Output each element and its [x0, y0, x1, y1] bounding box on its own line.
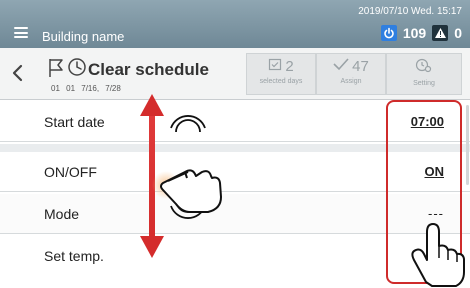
- page-title: Clear schedule: [88, 60, 209, 79]
- assign-label: Assign: [340, 78, 362, 85]
- warning-icon: [432, 25, 449, 41]
- calendar-check-icon: [268, 57, 282, 75]
- schedule-header: Clear schedule 01 01 7/16, 7/28 2 select…: [0, 48, 470, 100]
- building-name: Building name: [42, 29, 125, 44]
- power-icon: [380, 25, 397, 41]
- checkmark-icon: [333, 57, 349, 75]
- top-bar: Building name 2019/07/10 Wed. 15:17 109 …: [0, 0, 470, 48]
- row-label: Start date: [44, 114, 105, 130]
- assign-button[interactable]: 47 Assign: [316, 53, 386, 95]
- selected-days-button[interactable]: 2 selected days: [246, 53, 316, 95]
- flag-icon: [47, 57, 65, 84]
- selected-days-label: selected days: [259, 78, 303, 85]
- clock-icon: [67, 57, 87, 82]
- scrollbar[interactable]: [466, 105, 469, 185]
- clock-gear-icon: [415, 57, 433, 77]
- status-indicators: 109 0: [380, 23, 462, 43]
- schedule-subline: 01 01 7/16, 7/28: [51, 84, 121, 93]
- datetime: 2019/07/10 Wed. 15:17: [358, 6, 462, 17]
- assign-count: 47: [352, 57, 369, 75]
- power-count: 109: [402, 25, 427, 41]
- selected-days-count: 2: [285, 57, 294, 75]
- menu-icon[interactable]: [14, 27, 28, 38]
- row-label: ON/OFF: [44, 164, 97, 180]
- back-icon[interactable]: [8, 62, 28, 84]
- row-label: Set temp.: [44, 248, 104, 264]
- setting-label: Setting: [413, 80, 435, 87]
- row-label: Mode: [44, 206, 80, 222]
- setting-button[interactable]: Setting: [386, 53, 462, 95]
- value-column-highlight: [386, 100, 462, 284]
- warning-count: 0: [454, 25, 462, 41]
